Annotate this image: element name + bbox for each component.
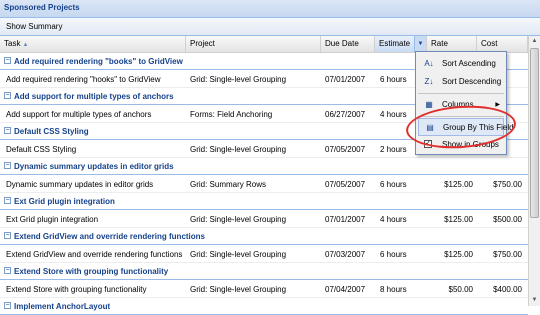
vertical-scrollbar[interactable]: ▲ ▼	[528, 36, 540, 306]
cell-due: 07/01/2007	[325, 75, 366, 84]
cell-rate: $125.00	[444, 180, 473, 189]
group-by-icon: ▤	[426, 123, 434, 132]
collapse-group-icon[interactable]: −	[4, 267, 11, 274]
cell-task: Default CSS Styling	[6, 145, 77, 154]
column-header-rate-label: Rate	[431, 39, 448, 48]
cell-due: 07/05/2007	[325, 180, 366, 189]
column-menu-trigger-icon[interactable]: ▼	[414, 36, 426, 52]
scroll-up-arrow-icon[interactable]: ▲	[529, 36, 540, 47]
group-header-row[interactable]: − Extend Store with grouping functionalit…	[0, 263, 528, 280]
column-header-due-date-label: Due Date	[325, 39, 359, 48]
cell-project: Grid: Single-level Grouping	[190, 215, 287, 224]
column-header-estimate[interactable]: Estimate ▼	[375, 36, 427, 52]
menu-separator	[418, 93, 504, 94]
group-header-row[interactable]: − Extend GridView and override rendering …	[0, 228, 528, 245]
cell-estimate: 6 hours	[380, 180, 407, 189]
column-header-estimate-label: Estimate	[379, 39, 411, 48]
sort-descending-icon: Z↓	[424, 77, 434, 86]
columns-icon: ▦	[425, 100, 433, 109]
scroll-down-arrow-icon[interactable]: ▼	[529, 295, 540, 306]
column-header-due-date[interactable]: Due Date	[321, 36, 375, 52]
cell-rate: $125.00	[444, 215, 473, 224]
table-row[interactable]: Extend GridView and override rendering f…	[0, 245, 528, 263]
cell-task: Add support for multiple types of anchor…	[6, 110, 152, 119]
cell-due: 07/04/2007	[325, 285, 366, 294]
collapse-group-icon[interactable]: −	[4, 197, 11, 204]
group-title: Extend GridView and override rendering f…	[14, 232, 205, 241]
toolbar: Show Summary	[0, 18, 540, 36]
cell-project: Grid: Single-level Grouping	[190, 250, 287, 259]
cell-cost: $750.00	[493, 250, 522, 259]
submenu-arrow-icon: ▶	[495, 102, 500, 108]
table-row[interactable]: Extend Store with grouping functionality…	[0, 280, 528, 298]
show-in-groups-checkbox[interactable]: ✓	[424, 140, 432, 148]
cell-due: 07/03/2007	[325, 250, 366, 259]
collapse-group-icon[interactable]: −	[4, 232, 11, 239]
cell-task: Ext Grid plugin integration	[6, 215, 99, 224]
collapse-group-icon[interactable]: −	[4, 57, 11, 64]
column-header-cost-label: Cost	[481, 39, 498, 48]
cell-task: Extend GridView and override rendering f…	[6, 250, 183, 259]
column-header-menu: A↓ Sort Ascending Z↓ Sort Descending ▦ C…	[415, 51, 514, 155]
cell-rate: $125.00	[444, 250, 473, 259]
cell-due: 07/05/2007	[325, 145, 366, 154]
cell-estimate: 8 hours	[380, 285, 407, 294]
menu-item-sort-descending[interactable]: Z↓ Sort Descending	[418, 73, 504, 91]
panel-title: Sponsored Projects	[4, 3, 80, 12]
column-header-task-label: Task	[4, 39, 21, 48]
cell-estimate: 6 hours	[380, 250, 407, 259]
menu-item-columns-label: Columns	[442, 100, 474, 109]
table-row[interactable]: Dynamic summary updates in editor grids G…	[0, 175, 528, 193]
menu-item-show-in-groups-label: Show in Groups	[442, 140, 499, 149]
group-title: Add required rendering "books" to GridVi…	[14, 57, 183, 66]
cell-project: Grid: Single-level Grouping	[190, 75, 287, 84]
group-header-row[interactable]: − Implement AnchorLayout	[0, 298, 528, 315]
group-title: Extend Store with grouping functionality	[14, 267, 169, 276]
cell-due: 07/01/2007	[325, 215, 366, 224]
cell-project: Grid: Single-level Grouping	[190, 285, 287, 294]
group-title: Default CSS Styling	[14, 127, 89, 136]
cell-cost: $750.00	[493, 180, 522, 189]
cell-due: 06/27/2007	[325, 110, 366, 119]
menu-item-sort-ascending[interactable]: A↓ Sort Ascending	[418, 55, 504, 73]
group-title: Ext Grid plugin integration	[14, 197, 115, 206]
table-row[interactable]: Ext Grid plugin integration Grid: Single-…	[0, 210, 528, 228]
cell-cost: $400.00	[493, 285, 522, 294]
column-header-project-label: Project	[190, 39, 215, 48]
column-header-project[interactable]: Project	[186, 36, 321, 52]
panel-header: Sponsored Projects	[0, 0, 540, 18]
menu-item-sort-descending-label: Sort Descending	[442, 77, 502, 86]
sort-ascending-icon: A↓	[424, 59, 434, 68]
group-title: Dynamic summary updates in editor grids	[14, 162, 174, 171]
cell-task: Dynamic summary updates in editor grids	[6, 180, 154, 189]
group-title: Add support for multiple types of anchor…	[14, 92, 174, 101]
collapse-group-icon[interactable]: −	[4, 162, 11, 169]
collapse-group-icon[interactable]: −	[4, 127, 11, 134]
cell-project: Forms: Field Anchoring	[190, 110, 273, 119]
cell-estimate: 4 hours	[380, 215, 407, 224]
group-header-row[interactable]: − Dynamic summary updates in editor grids	[0, 158, 528, 175]
menu-item-show-in-groups[interactable]: ✓ Show in Groups	[418, 136, 504, 154]
column-header-rate[interactable]: Rate	[427, 36, 477, 52]
cell-project: Grid: Single-level Grouping	[190, 145, 287, 154]
cell-task: Extend Store with grouping functionality	[6, 285, 147, 294]
cell-project: Grid: Summary Rows	[190, 180, 267, 189]
menu-item-group-by-label: Group By This Field	[443, 123, 514, 132]
scroll-thumb[interactable]	[530, 48, 539, 218]
cell-task: Add required rendering "hooks" to GridVi…	[6, 75, 161, 84]
menu-item-group-by-this-field[interactable]: ▤ Group By This Field	[418, 118, 514, 136]
cell-cost: $500.00	[493, 215, 522, 224]
sort-ascending-indicator-icon: ▲	[22, 42, 29, 48]
menu-item-columns[interactable]: ▦ Columns ▶	[418, 96, 504, 114]
menu-separator	[418, 116, 504, 117]
menu-item-sort-ascending-label: Sort Ascending	[442, 59, 496, 68]
column-header-task[interactable]: Task ▲	[0, 36, 186, 52]
group-title: Implement AnchorLayout	[14, 302, 111, 311]
show-summary-button[interactable]: Show Summary	[6, 22, 62, 31]
collapse-group-icon[interactable]: −	[4, 92, 11, 99]
column-header-cost[interactable]: Cost	[477, 36, 528, 52]
group-header-row[interactable]: − Ext Grid plugin integration	[0, 193, 528, 210]
cell-rate: $50.00	[448, 285, 473, 294]
